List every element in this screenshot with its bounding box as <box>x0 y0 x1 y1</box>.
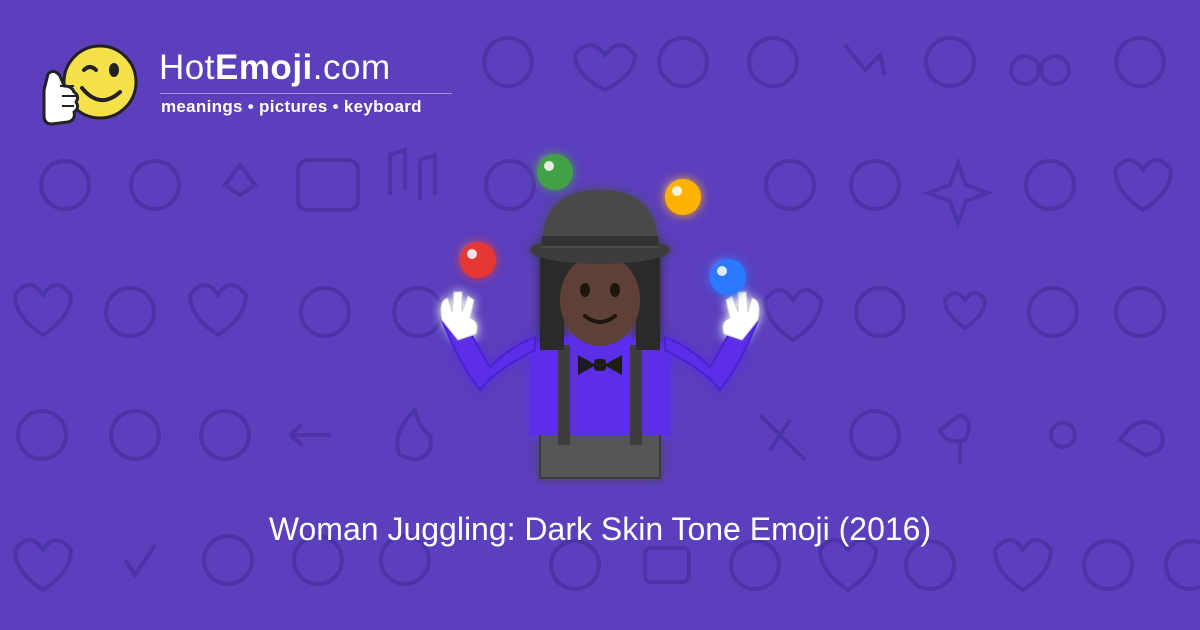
site-tagline: meanings • pictures • keyboard <box>161 97 422 116</box>
woman-juggling-dark-skin-tone-icon <box>440 154 760 479</box>
site-header: HotEmoji.com meanings • pictures • keybo… <box>38 34 478 134</box>
site-name-suffix: .com <box>312 48 391 87</box>
site-name-bold: Emoji <box>214 48 313 87</box>
header-divider <box>160 93 452 94</box>
thumbs-up-winking-face-icon <box>42 44 138 126</box>
emoji-caption: Woman Juggling: Dark Skin Tone Emoji (20… <box>268 511 932 547</box>
site-name-prefix: Hot <box>159 48 215 87</box>
logo-link[interactable] <box>38 34 148 134</box>
site-name[interactable]: HotEmoji.com <box>159 48 391 88</box>
